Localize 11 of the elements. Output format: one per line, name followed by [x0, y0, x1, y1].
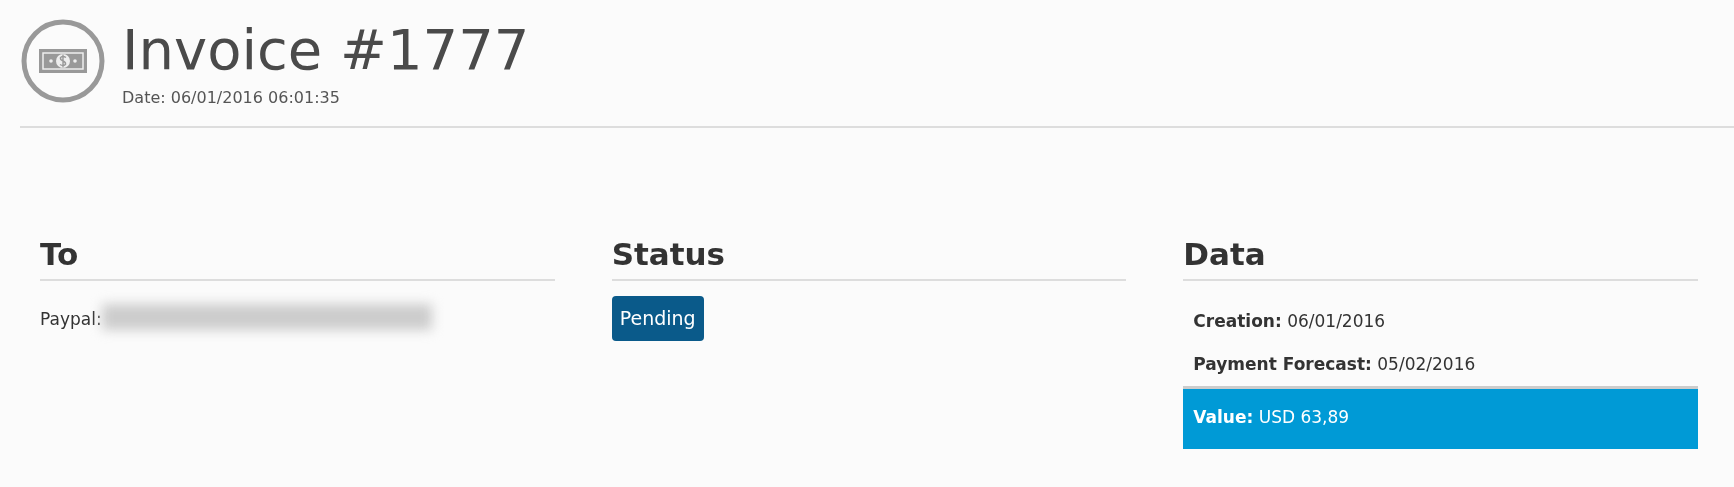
section-heading: To	[40, 236, 555, 282]
invoice-date: Date: 06/01/2016 06:01:35	[122, 87, 341, 109]
section-heading: Data	[1183, 236, 1698, 282]
section-heading: Status	[611, 236, 1127, 282]
detail-row-text: Creation: 06/01/2016	[1192, 310, 1387, 334]
detail-row-text: Payment Forecast: 05/02/2016	[1192, 352, 1477, 376]
status-badge: Pending	[611, 296, 704, 341]
value-bar: Value: USD 63,89	[1183, 386, 1698, 449]
money-icon	[20, 18, 106, 104]
field-label: Paypal:	[40, 308, 102, 332]
invoice-title: Invoice #1777	[122, 22, 530, 78]
